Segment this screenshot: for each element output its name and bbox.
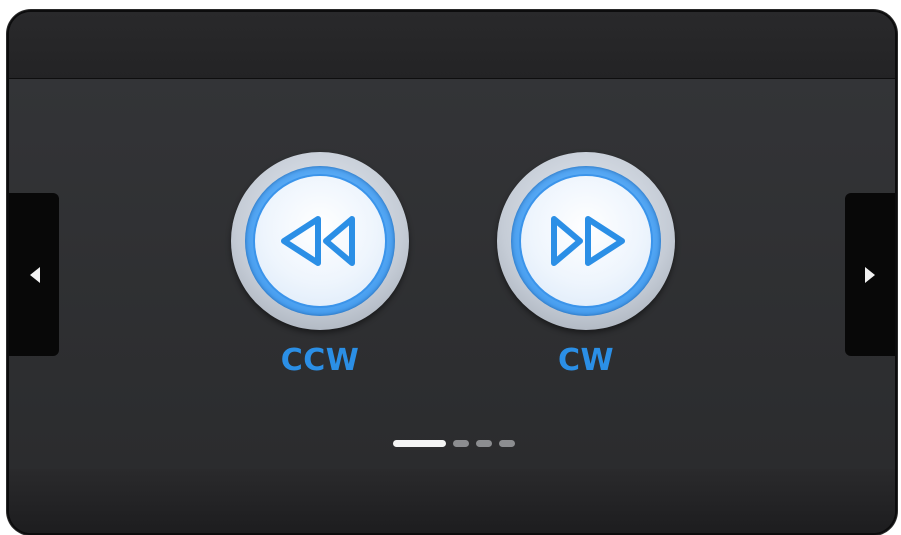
ccw-button-ring [245, 166, 395, 316]
cw-button-ring [511, 166, 661, 316]
fast-forward-icon [551, 216, 625, 266]
main-content [9, 79, 895, 469]
rewind-icon [281, 216, 355, 266]
next-page-button[interactable] [845, 193, 895, 356]
ccw-label: CCW [280, 343, 360, 378]
chevron-right-icon [865, 266, 875, 283]
page-indicator [393, 440, 515, 447]
page-dot-4[interactable] [499, 440, 515, 447]
ccw-button[interactable] [231, 152, 409, 330]
chevron-left-icon [30, 266, 40, 283]
device-screen: CCW CW [9, 12, 895, 533]
page-dot-3[interactable] [476, 440, 492, 447]
bottom-bar [9, 469, 895, 533]
page-dot-1[interactable] [393, 440, 446, 447]
ccw-button-face [255, 176, 385, 306]
page-dot-2[interactable] [453, 440, 469, 447]
cw-label: CW [557, 343, 615, 378]
cw-button-face [521, 176, 651, 306]
cw-button[interactable] [497, 152, 675, 330]
top-bar [9, 12, 895, 79]
prev-page-button[interactable] [9, 193, 59, 356]
